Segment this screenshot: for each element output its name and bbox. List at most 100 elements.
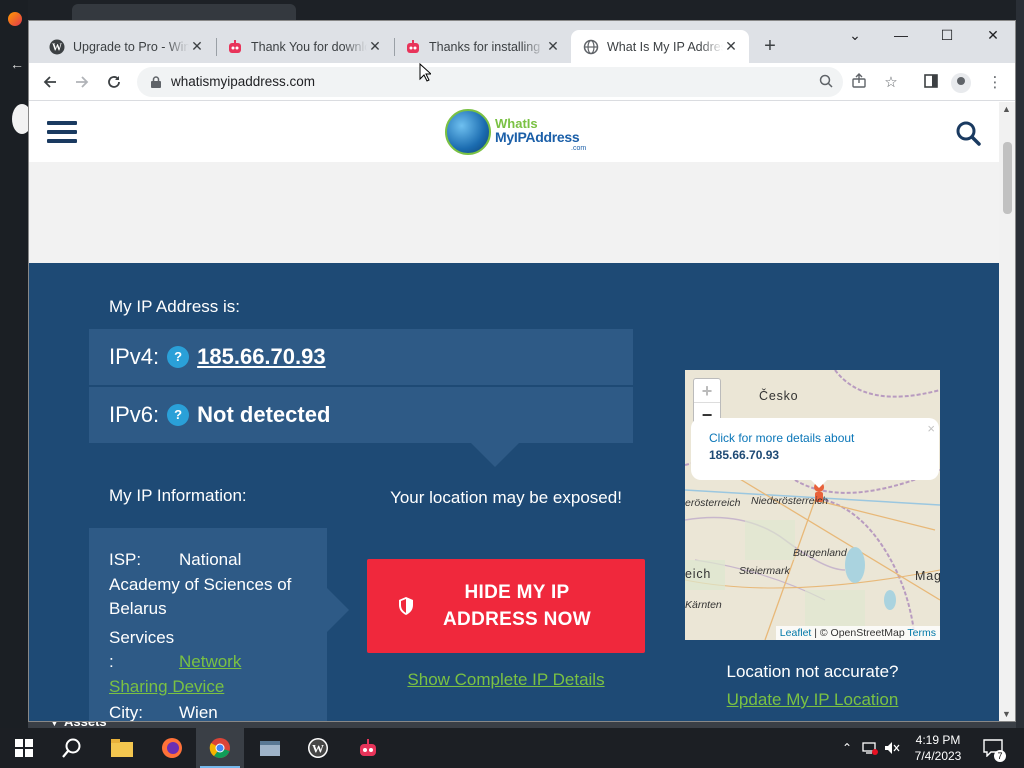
isp-row: ISP: National Academy of Sciences of Bela… [109, 548, 307, 622]
bookmark-star-icon[interactable]: ☆ [881, 73, 901, 93]
search-icon [62, 738, 81, 758]
forward-button[interactable] [71, 71, 93, 93]
site-logo[interactable]: WhatIs MyIPAddress .com [445, 107, 595, 157]
popup-ip: 185.66.70.93 [709, 448, 780, 462]
scrollbar-thumb[interactable] [1003, 142, 1012, 214]
back-button[interactable] [39, 71, 61, 93]
tab-close-icon[interactable]: ✕ [545, 38, 561, 55]
page-scrollbar[interactable]: ▲ ▼ [999, 102, 1015, 721]
kebab-menu-icon[interactable]: ⋮ [985, 73, 1005, 93]
tab-title: What Is My IP Addres [607, 39, 723, 54]
hide-my-ip-button[interactable]: HIDE MY IP ADDRESS NOW [367, 559, 645, 653]
ipv6-value: Not detected [197, 402, 331, 427]
start-button[interactable] [0, 728, 48, 768]
wordpress-icon: W [308, 738, 328, 758]
hamburger-menu-icon[interactable] [47, 121, 77, 143]
city-value: Wien [179, 703, 218, 722]
address-bar[interactable]: whatismyipaddress.com [137, 67, 843, 97]
taskbar-chrome[interactable] [196, 728, 244, 768]
minimize-button[interactable]: — [886, 27, 916, 43]
notification-center-button[interactable]: 7 [978, 728, 1008, 768]
taskbar-search-button[interactable] [48, 728, 96, 768]
robot-icon [360, 739, 376, 756]
background-window-tabstrip [28, 0, 1016, 22]
tray-chevron-up-icon[interactable]: ⌃ [838, 728, 856, 768]
back-arrow-icon: ← [10, 56, 24, 72]
ip-info-box: ISP: National Academy of Sciences of Bela… [89, 528, 349, 722]
clock-time: 4:19 PM [915, 733, 961, 747]
tab-title: Thanks for installing [429, 39, 541, 54]
firefox-icon [162, 738, 182, 758]
side-panel-icon[interactable] [921, 73, 941, 93]
scroll-up-icon[interactable]: ▲ [1002, 104, 1011, 114]
share-icon[interactable] [849, 73, 869, 93]
show-ip-details-link[interactable]: Show Complete IP Details [367, 670, 645, 690]
my-ip-info-heading: My IP Information: [109, 486, 247, 505]
taskbar-app-generic[interactable] [246, 728, 294, 768]
profile-avatar[interactable] [951, 73, 971, 93]
taskbar-robot-app[interactable] [344, 728, 392, 768]
svg-text:W: W [312, 742, 324, 756]
services-link-cont[interactable]: Sharing Device [109, 677, 224, 696]
ip-hero-section: My IP Address is: IPv4: ? 185.66.70.93 I… [29, 263, 999, 722]
terms-link[interactable]: Terms [907, 627, 936, 639]
ipv4-help-icon[interactable]: ? [167, 346, 190, 368]
app-window-icon [260, 741, 280, 756]
chrome-icon [209, 738, 230, 758]
map-popup[interactable]: × Click for more details about 185.66.70… [691, 418, 939, 480]
update-location-link[interactable]: Update My IP Location [685, 690, 940, 710]
site-header: WhatIs MyIPAddress .com [29, 102, 999, 162]
tab-close-icon[interactable]: ✕ [723, 38, 739, 55]
map-label-steiermark: Steiermark [739, 565, 790, 577]
folder-icon [111, 739, 133, 757]
robot-icon [227, 39, 243, 55]
taskbar-file-explorer[interactable] [98, 728, 146, 768]
city-label: City: [109, 703, 143, 722]
volume-muted-icon[interactable] [882, 728, 902, 768]
ad-placeholder [29, 162, 999, 263]
location-exposed-warning: Your location may be exposed! [390, 488, 622, 507]
ipv6-help-icon[interactable]: ? [167, 404, 190, 426]
network-icon[interactable] [860, 728, 880, 768]
ipv6-label: IPv6: [109, 402, 160, 427]
location-map[interactable]: Česko erösterreich Niederösterreich Burg… [685, 370, 940, 640]
popup-close-icon[interactable]: × [927, 420, 935, 437]
reload-button[interactable] [103, 71, 125, 93]
tab-thanks-installing[interactable]: Thanks for installing ✕ [393, 30, 571, 63]
site-search-icon[interactable] [955, 120, 981, 146]
services-link[interactable]: Network [179, 652, 241, 671]
leaflet-link[interactable]: Leaflet [780, 627, 812, 639]
tab-close-icon[interactable]: ✕ [367, 38, 383, 55]
tab-close-icon[interactable]: ✕ [189, 38, 205, 55]
map-label-burgenland: Burgenland [793, 547, 847, 559]
mouse-cursor-icon [419, 63, 431, 82]
taskbar-wordpress[interactable]: W [294, 728, 342, 768]
globe-icon [583, 39, 599, 55]
new-tab-button[interactable]: + [759, 35, 781, 58]
map-label-kaernten: Kärnten [685, 599, 722, 611]
shield-icon [399, 597, 413, 615]
tab-thank-you[interactable]: Thank You for downlo ✕ [215, 30, 393, 63]
scroll-down-icon[interactable]: ▼ [1002, 709, 1011, 719]
taskbar-firefox[interactable] [148, 728, 196, 768]
ipv4-row: IPv4: ? 185.66.70.93 [89, 329, 633, 385]
maximize-button[interactable]: ☐ [932, 27, 962, 44]
tab-search-chevron-icon[interactable]: ⌄ [840, 27, 870, 44]
page-viewport: WhatIs MyIPAddress .com My IP Address is… [29, 102, 999, 722]
close-window-button[interactable]: ✕ [978, 27, 1008, 44]
ipv6-row: IPv6: ? Not detected [89, 387, 633, 443]
ip-box-pointer [469, 441, 521, 467]
system-clock[interactable]: 4:19 PM 7/4/2023 [906, 732, 970, 764]
clock-date: 7/4/2023 [914, 749, 962, 763]
zoom-search-icon[interactable] [817, 74, 835, 92]
tab-what-is-my-ip[interactable]: What Is My IP Addres ✕ [571, 30, 749, 63]
map-zoom-in-button[interactable]: + [694, 379, 720, 403]
map-label-oberoesterreich: erösterreich [685, 497, 741, 509]
services-row: Services : Network Sharing Device [109, 626, 307, 700]
tab-bar: W Upgrade to Pro - Win ✕ Thank You for d… [29, 21, 1015, 63]
info-box-pointer [327, 588, 349, 632]
logo-text-myipaddress: MyIPAddress [495, 129, 580, 145]
tab-title: Thank You for downlo [251, 39, 367, 54]
ipv4-value-link[interactable]: 185.66.70.93 [197, 344, 325, 370]
tab-upgrade-pro[interactable]: W Upgrade to Pro - Win ✕ [37, 30, 215, 63]
